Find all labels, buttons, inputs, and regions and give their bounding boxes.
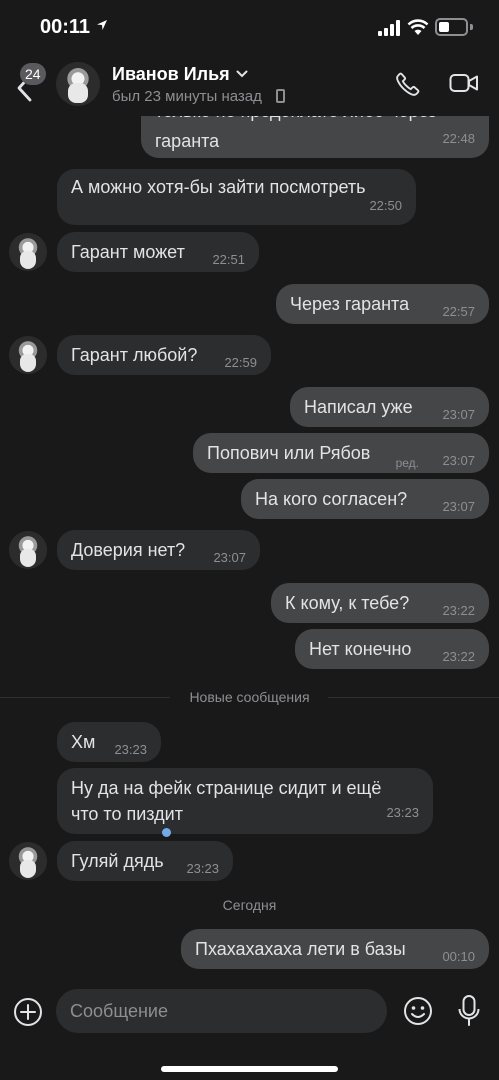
- message-incoming[interactable]: Гуляй дядь 23:23: [57, 841, 233, 881]
- message-outgoing[interactable]: Написал уже 23:07: [290, 387, 489, 427]
- message-time: 00:10: [442, 949, 475, 964]
- message-list[interactable]: только не предоплате либо через гаранта …: [0, 116, 499, 980]
- message-text: Пхахахахаха лети в базы: [195, 939, 406, 959]
- divider-line: [328, 697, 499, 698]
- emoji-smile-icon[interactable]: [402, 995, 434, 1027]
- last-seen-status: был 23 минуты назад: [112, 88, 262, 105]
- wifi-icon: [407, 19, 429, 35]
- video-call-icon[interactable]: [449, 72, 479, 94]
- message-time: 23:07: [213, 550, 246, 565]
- sender-avatar[interactable]: [9, 531, 47, 569]
- add-attachment-icon[interactable]: [12, 996, 44, 1028]
- message-outgoing[interactable]: На кого согласен? 23:07: [241, 479, 489, 519]
- message-time: 23:07: [442, 407, 475, 422]
- microphone-icon[interactable]: [457, 994, 481, 1028]
- message-time: 22:50: [369, 198, 402, 213]
- battery-icon: [435, 18, 468, 36]
- message-text: А можно хотя-бы зайти посмотреть: [71, 177, 366, 197]
- chevron-down-icon[interactable]: [236, 70, 248, 78]
- edited-label: ред.: [395, 456, 419, 470]
- contact-name[interactable]: Иванов Илья: [112, 64, 230, 85]
- message-incoming[interactable]: Ну да на фейк странице сидит и ещё что т…: [57, 768, 433, 834]
- message-incoming[interactable]: Гарант любой? 22:59: [57, 335, 271, 375]
- message-outgoing[interactable]: только не предоплате либо через гаранта …: [141, 116, 489, 158]
- cellular-signal-icon: [378, 20, 400, 36]
- message-time: 23:23: [386, 805, 419, 820]
- message-time: 23:07: [442, 453, 475, 468]
- message-time: 23:23: [114, 742, 147, 757]
- message-incoming[interactable]: А можно хотя-бы зайти посмотреть 22:50: [57, 169, 416, 225]
- message-time: 23:22: [442, 603, 475, 618]
- message-time: 22:51: [212, 252, 245, 267]
- unread-indicator: [162, 828, 171, 837]
- message-outgoing[interactable]: Через гаранта 22:57: [276, 284, 489, 324]
- message-text: Ну да на фейк странице сидит и ещё что т…: [71, 778, 382, 824]
- sender-avatar[interactable]: [9, 233, 47, 271]
- message-time: 23:23: [186, 861, 219, 876]
- home-indicator: [161, 1066, 338, 1072]
- message-time: 22:59: [224, 355, 257, 370]
- sender-avatar[interactable]: [9, 336, 47, 374]
- message-outgoing[interactable]: Попович или Рябов ред. 23:07: [193, 433, 489, 473]
- chat-header: Иванов Илья был 23 минуты назад: [0, 54, 499, 116]
- message-incoming[interactable]: Хм 23:23: [57, 722, 161, 762]
- message-incoming[interactable]: Доверия нет? 23:07: [57, 530, 260, 570]
- sender-avatar[interactable]: [9, 842, 47, 880]
- status-bar: 00:11: [0, 0, 499, 54]
- message-time: 23:22: [442, 649, 475, 664]
- message-input[interactable]: [56, 989, 387, 1033]
- message-outgoing[interactable]: Нет конечно 23:22: [295, 629, 489, 669]
- message-outgoing[interactable]: Пхахахахаха лети в базы 00:10: [181, 929, 489, 969]
- message-time: 22:57: [442, 304, 475, 319]
- phone-call-icon[interactable]: [394, 70, 422, 98]
- today-divider: Сегодня: [222, 897, 277, 913]
- battery-cap: [470, 24, 473, 30]
- message-text: Попович или Рябов: [207, 443, 371, 463]
- message-time: 23:07: [442, 499, 475, 514]
- unread-count-badge: 24: [20, 63, 46, 85]
- mobile-device-icon: [276, 89, 285, 103]
- contact-avatar[interactable]: [56, 62, 100, 106]
- message-time: 22:48: [442, 131, 475, 146]
- status-time: 00:11: [40, 16, 91, 38]
- location-arrow-icon: [97, 20, 107, 30]
- message-outgoing[interactable]: К кому, к тебе? 23:22: [271, 583, 489, 623]
- message-incoming[interactable]: Гарант может 22:51: [57, 232, 259, 272]
- message-composer: [0, 980, 499, 1080]
- message-text: только не предоплате либо через гаранта: [155, 116, 437, 151]
